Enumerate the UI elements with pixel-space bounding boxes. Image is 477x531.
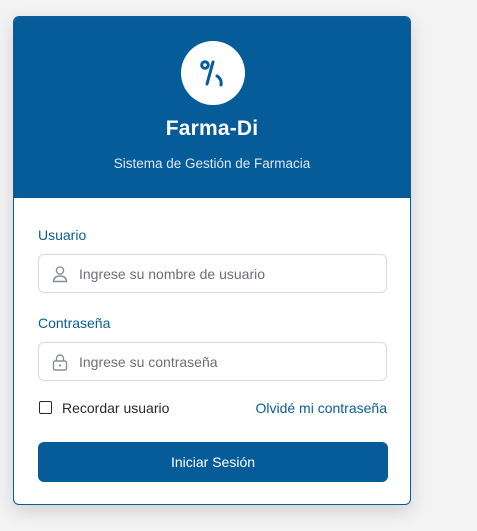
forgot-password-link[interactable]: Olvidé mi contraseña xyxy=(255,400,387,416)
password-label: Contraseña xyxy=(38,315,111,331)
app-title: Farma-Di xyxy=(165,117,259,140)
username-input[interactable] xyxy=(79,255,379,292)
remember-label[interactable]: Recordar usuario xyxy=(62,400,169,416)
user-icon xyxy=(52,266,68,283)
app-logo xyxy=(181,41,245,105)
lock-icon xyxy=(52,354,68,371)
password-field[interactable] xyxy=(38,342,387,381)
password-input[interactable] xyxy=(79,343,379,380)
login-card: Farma-Di Sistema de Gestión de Farmacia … xyxy=(13,16,411,505)
percent-icon xyxy=(200,60,223,87)
remember-checkbox[interactable] xyxy=(39,401,52,414)
username-label: Usuario xyxy=(38,227,87,243)
username-field[interactable] xyxy=(38,254,387,293)
login-header: Farma-Di Sistema de Gestión de Farmacia xyxy=(14,17,410,198)
login-button[interactable]: Iniciar Sesión xyxy=(38,442,388,482)
app-subtitle: Sistema de Gestión de Farmacia xyxy=(113,156,311,171)
